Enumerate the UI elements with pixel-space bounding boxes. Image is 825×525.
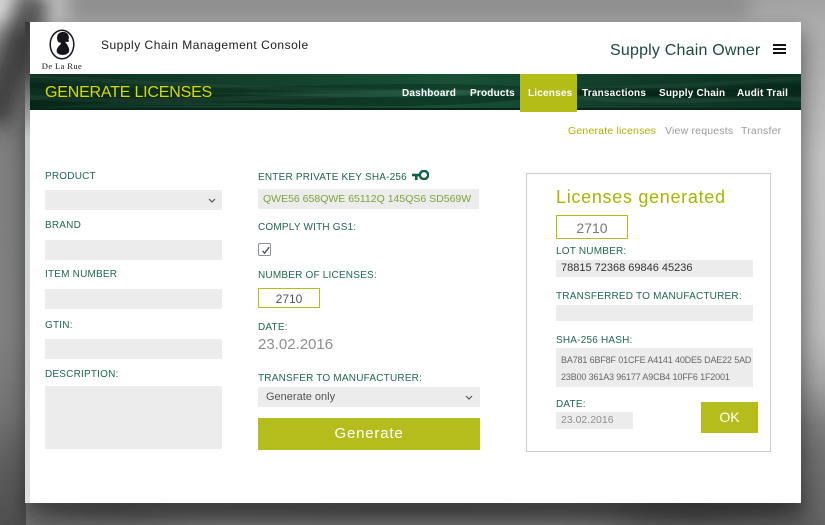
svg-text:De La Rue: De La Rue [42,61,82,71]
